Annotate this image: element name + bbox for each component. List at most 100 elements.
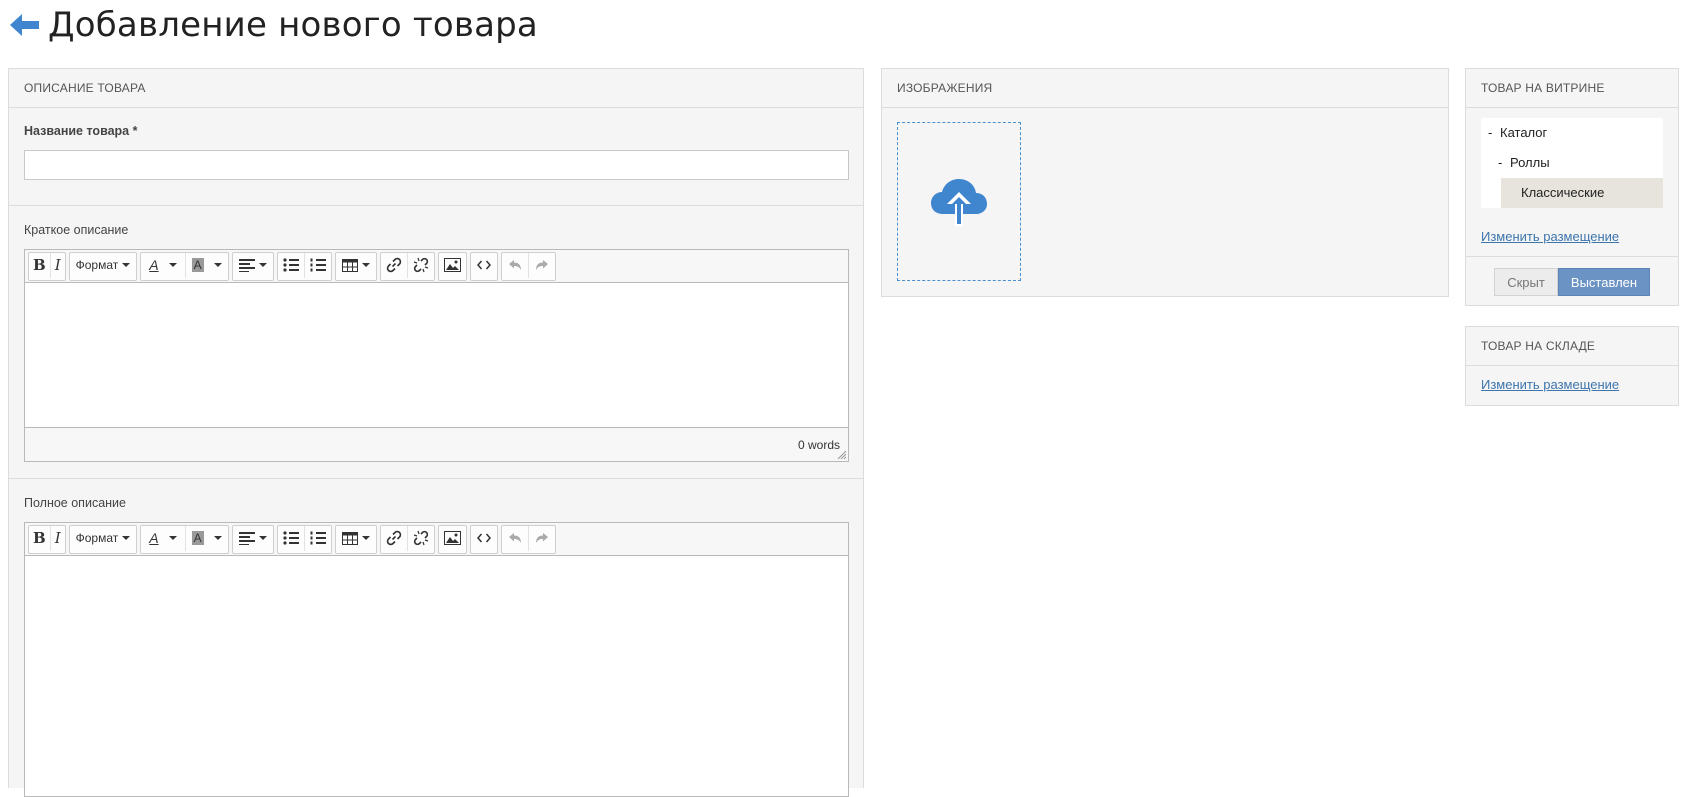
images-panel-header: ИЗОБРАЖЕНИЯ <box>882 69 1448 108</box>
align-dropdown[interactable] <box>233 253 273 278</box>
align-group <box>231 524 274 554</box>
format-dropdown[interactable]: Формат <box>70 526 137 551</box>
format-style-group: B I <box>28 524 66 554</box>
redo-icon <box>535 533 548 543</box>
numbered-list-icon <box>310 258 326 272</box>
link-icon <box>386 530 401 546</box>
align-dropdown[interactable] <box>233 526 273 551</box>
font-color-button[interactable]: A <box>141 252 186 278</box>
font-color-button[interactable]: A <box>141 525 186 551</box>
color-group: A A <box>140 524 229 554</box>
link-group <box>379 524 435 554</box>
numbered-list-button[interactable] <box>305 526 331 551</box>
align-left-icon <box>238 532 255 545</box>
insert-image-button[interactable] <box>439 253 466 278</box>
numbered-list-button[interactable] <box>305 253 331 278</box>
list-group <box>276 251 332 281</box>
page-header: Добавление нового товара <box>10 0 538 50</box>
full-description-editor: B I Формат A A <box>24 522 849 797</box>
bullet-list-button[interactable] <box>278 252 305 278</box>
stock-change-placement-link[interactable]: Изменить размещение <box>1481 377 1619 392</box>
code-icon <box>476 260 491 270</box>
resize-handle-icon[interactable] <box>837 450 847 460</box>
visibility-toggle: Скрыт Выставлен <box>1494 268 1650 296</box>
table-icon <box>341 258 358 272</box>
source-code-button[interactable] <box>471 526 497 551</box>
short-description-section: Краткое описание B I Формат A A 0 words <box>9 206 863 479</box>
format-style-group: B I <box>28 251 66 281</box>
tree-item-catalog[interactable]: - Каталог <box>1488 118 1547 148</box>
insert-link-button[interactable] <box>381 252 408 278</box>
divider <box>1466 256 1678 257</box>
short-description-text-area[interactable] <box>25 283 848 428</box>
image-icon <box>443 531 461 545</box>
editor-toolbar: B I Формат A A <box>25 523 848 556</box>
history-group <box>500 251 556 281</box>
stock-panel: ТОВАР НА СКЛАДЕ Изменить размещение <box>1465 326 1679 406</box>
editor-toolbar: B I Формат A A <box>25 250 848 283</box>
table-dropdown[interactable] <box>336 526 376 551</box>
insert-image-button[interactable] <box>439 526 466 551</box>
tree-item-rolls[interactable]: - Роллы <box>1498 148 1550 178</box>
word-count: 0 words <box>797 437 840 452</box>
code-icon <box>476 533 491 543</box>
image-group <box>437 251 467 281</box>
link-group <box>379 251 435 281</box>
images-panel: ИЗОБРАЖЕНИЯ <box>881 68 1449 297</box>
format-dropdown[interactable]: Формат <box>70 253 137 278</box>
redo-button[interactable] <box>529 253 555 278</box>
stock-panel-header: ТОВАР НА СКЛАДЕ <box>1466 327 1678 366</box>
bullet-list-button[interactable] <box>278 525 305 551</box>
insert-link-button[interactable] <box>381 525 408 551</box>
short-description-editor: B I Формат A A 0 words <box>24 249 849 462</box>
arrow-left-icon[interactable] <box>10 13 40 37</box>
redo-icon <box>535 260 548 270</box>
background-color-button[interactable]: A <box>186 253 228 278</box>
format-group: Формат <box>68 524 138 554</box>
product-name-label: Название товара * <box>24 124 138 138</box>
product-name-input[interactable] <box>24 150 849 180</box>
change-placement-link[interactable]: Изменить размещение <box>1481 229 1619 244</box>
image-icon <box>443 258 461 272</box>
bold-button[interactable]: B <box>29 252 51 278</box>
code-group <box>469 524 498 554</box>
hidden-button[interactable]: Скрыт <box>1494 268 1558 296</box>
redo-button[interactable] <box>529 526 555 551</box>
table-dropdown[interactable] <box>336 253 376 278</box>
background-color-button[interactable]: A <box>186 526 228 551</box>
image-group <box>437 524 467 554</box>
undo-button[interactable] <box>502 252 529 278</box>
tree-item-classic[interactable]: Классические <box>1501 178 1663 208</box>
unlink-button[interactable] <box>408 526 434 551</box>
italic-button[interactable]: I <box>51 526 65 551</box>
table-group <box>334 524 377 554</box>
category-tree: - Каталог - Роллы Классические <box>1481 118 1663 208</box>
name-section: Название товара * <box>9 108 863 206</box>
image-upload-dropzone[interactable] <box>897 122 1021 281</box>
undo-button[interactable] <box>502 525 529 551</box>
full-description-text-area[interactable] <box>25 556 848 796</box>
link-icon <box>386 257 401 273</box>
description-panel-header: ОПИСАНИЕ ТОВАРА <box>9 69 863 108</box>
unlink-button[interactable] <box>408 253 434 278</box>
background-color-icon: A <box>191 531 204 545</box>
font-color-icon: A <box>149 530 159 546</box>
italic-button[interactable]: I <box>51 253 65 278</box>
short-description-label: Краткое описание <box>24 223 129 237</box>
numbered-list-icon <box>310 531 326 545</box>
undo-icon <box>508 260 521 270</box>
chevron-down-icon <box>122 536 131 540</box>
align-left-icon <box>238 259 255 272</box>
unlink-icon <box>413 257 428 273</box>
align-group <box>231 251 274 281</box>
shown-button[interactable]: Выставлен <box>1558 268 1650 296</box>
bold-button[interactable]: B <box>29 525 51 551</box>
editor-status-bar: 0 words <box>25 428 848 461</box>
history-group <box>500 524 556 554</box>
showcase-panel: ТОВАР НА ВИТРИНЕ - Каталог - Роллы Классич… <box>1465 68 1679 306</box>
source-code-button[interactable] <box>471 253 497 278</box>
code-group <box>469 251 498 281</box>
chevron-down-icon <box>122 263 131 267</box>
undo-icon <box>508 533 521 543</box>
description-panel: ОПИСАНИЕ ТОВАРА Название товара * Кратко… <box>8 68 864 797</box>
